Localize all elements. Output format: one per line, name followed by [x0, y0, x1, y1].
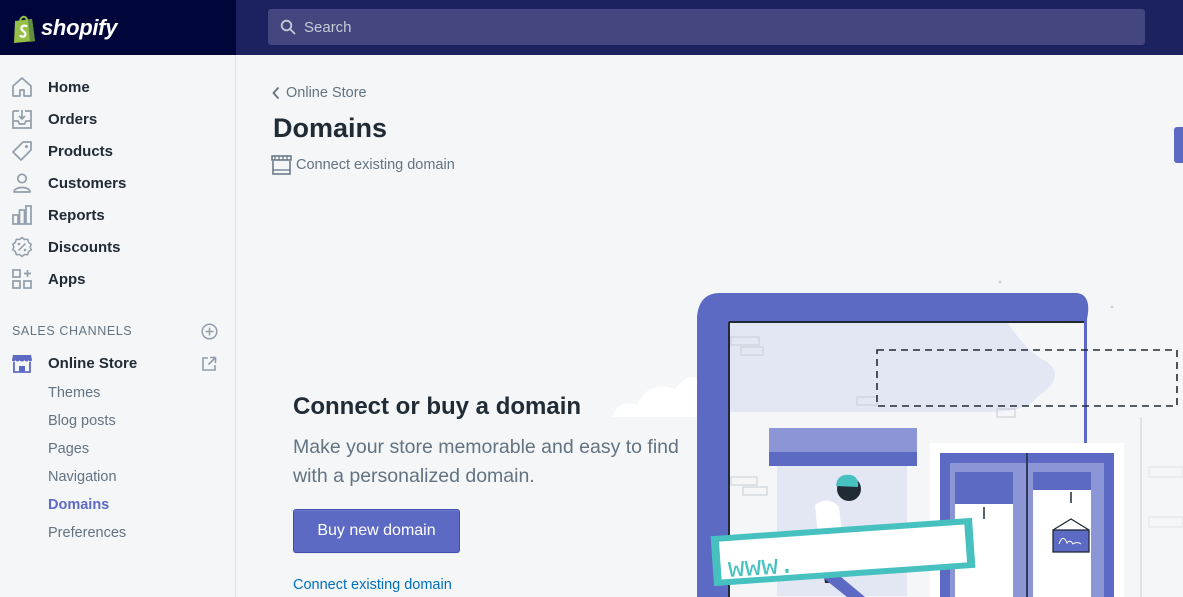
empty-state-heading: Connect or buy a domain — [293, 393, 582, 420]
sidebar-item-label: Orders — [48, 110, 98, 128]
connect-existing-domain-action[interactable]: Connect existing domain — [271, 154, 455, 176]
secondary-action-label: Connect existing domain — [296, 157, 455, 173]
sidebar-item-discounts[interactable]: Discounts — [0, 232, 236, 262]
primary-action-button[interactable] — [1174, 127, 1183, 163]
storefront-icon — [271, 155, 292, 175]
sidebar: Home Orders Products Customers Reports D… — [0, 55, 236, 597]
sidebar-subitem-themes[interactable]: Themes — [48, 385, 100, 401]
sidebar-item-label: Online Store — [48, 354, 138, 372]
domain-illustration: www. — [612, 280, 1183, 597]
shopping-bag-icon — [14, 15, 35, 43]
sidebar-item-label: Reports — [48, 206, 105, 224]
sidebar-item-products[interactable]: Products — [0, 136, 236, 166]
search-bar[interactable] — [268, 9, 1145, 45]
connect-existing-domain-link[interactable]: Connect existing domain — [293, 577, 452, 593]
search-icon — [280, 19, 296, 35]
sidebar-subitem-preferences[interactable]: Preferences — [48, 525, 126, 541]
sidebar-item-label: Products — [48, 142, 114, 160]
sidebar-item-customers[interactable]: Customers — [0, 168, 236, 198]
sidebar-item-label: Apps — [48, 270, 86, 288]
brand-name: shopify — [41, 14, 118, 40]
orders-icon — [11, 108, 33, 130]
person-icon — [11, 172, 33, 194]
bar-chart-icon — [11, 204, 33, 226]
sidebar-subitem-blog-posts[interactable]: Blog posts — [48, 413, 116, 429]
shopify-logo[interactable]: shopify — [0, 0, 236, 55]
buy-new-domain-button[interactable]: Buy new domain — [293, 509, 460, 553]
store-icon — [11, 352, 33, 374]
www-sign-text: www. — [727, 550, 796, 586]
sidebar-item-label: Home — [48, 78, 90, 96]
sales-channels-heading: SALES CHANNELS — [12, 324, 133, 338]
sidebar-subitem-pages[interactable]: Pages — [48, 441, 89, 457]
breadcrumb[interactable]: Online Store — [271, 85, 367, 101]
search-input[interactable] — [304, 18, 1104, 36]
top-bar: shopify — [0, 0, 1183, 55]
home-icon — [11, 76, 33, 98]
chevron-left-icon — [272, 86, 280, 100]
sidebar-item-reports[interactable]: Reports — [0, 200, 236, 230]
external-link-icon[interactable] — [201, 356, 217, 372]
sidebar-subitem-domains[interactable]: Domains — [48, 497, 109, 513]
sidebar-item-orders[interactable]: Orders — [0, 104, 236, 134]
apps-icon — [11, 268, 33, 290]
main-content: Online Store Domains Connect existing do… — [237, 55, 1183, 597]
page-title: Domains — [273, 113, 388, 143]
add-channel-icon[interactable] — [201, 323, 218, 340]
sidebar-item-apps[interactable]: Apps — [0, 264, 236, 294]
sidebar-subitem-navigation[interactable]: Navigation — [48, 469, 117, 485]
breadcrumb-label: Online Store — [286, 85, 367, 101]
sidebar-item-home[interactable]: Home — [0, 72, 236, 102]
sidebar-item-label: Customers — [48, 174, 127, 192]
discount-icon — [11, 236, 33, 258]
sidebar-item-label: Discounts — [48, 238, 121, 256]
tag-icon — [11, 140, 33, 162]
